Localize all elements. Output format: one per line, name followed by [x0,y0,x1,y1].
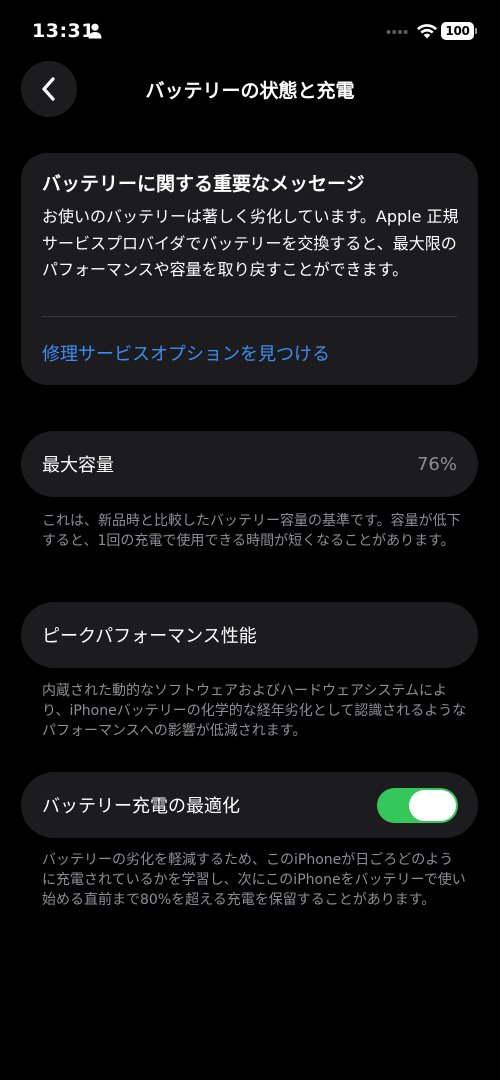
wifi-icon [417,24,437,39]
battery-cap [475,28,477,34]
charging-optimization-label: バッテリー充電の最適化 [42,796,240,817]
divider [42,316,457,317]
battery-message-card: バッテリーに関する重要なメッセージ お使いのバッテリーは著しく劣化しています。A… [21,153,478,385]
peak-performance-note: 内蔵された動的なソフトウェアおよびハードウェアシステムにより、iPhoneバッテ… [42,683,467,739]
signal-dots-icon [386,30,408,34]
toggle-knob [409,790,456,821]
capacity-note: これは、新品時と比較したバッテリー容量の基準です。容量が低下すると、1回の充電で… [42,513,461,549]
message-title: バッテリーに関する重要なメッセージ [42,173,365,195]
charging-optimization-row: バッテリー充電の最適化 [21,772,478,838]
person-icon [88,23,102,39]
battery-icon: 100 [441,22,477,40]
maximum-capacity-value: 76% [416,453,457,475]
maximum-capacity-row: 最大容量 76% [21,431,478,497]
status-bar: 13:31 100 [0,0,500,60]
peak-performance-label: ピークパフォーマンス性能 [42,626,257,647]
status-time: 13:31 [32,20,95,42]
message-body: お使いのバッテリーは著しく劣化しています。Apple 正規サービスプロバイダでバ… [42,207,459,279]
battery-level: 100 [441,22,474,40]
page-title: バッテリーの状態と充電 [145,80,355,102]
maximum-capacity-label: 最大容量 [42,455,114,476]
peak-performance-row: ピークパフォーマンス性能 [21,602,478,668]
charging-optimization-note: バッテリーの劣化を軽減するため、このiPhoneが日ごろどのように充電されている… [42,852,466,908]
charging-optimization-toggle[interactable] [377,788,458,823]
repair-options-link[interactable]: 修理サービスオプションを見つける [42,340,330,366]
